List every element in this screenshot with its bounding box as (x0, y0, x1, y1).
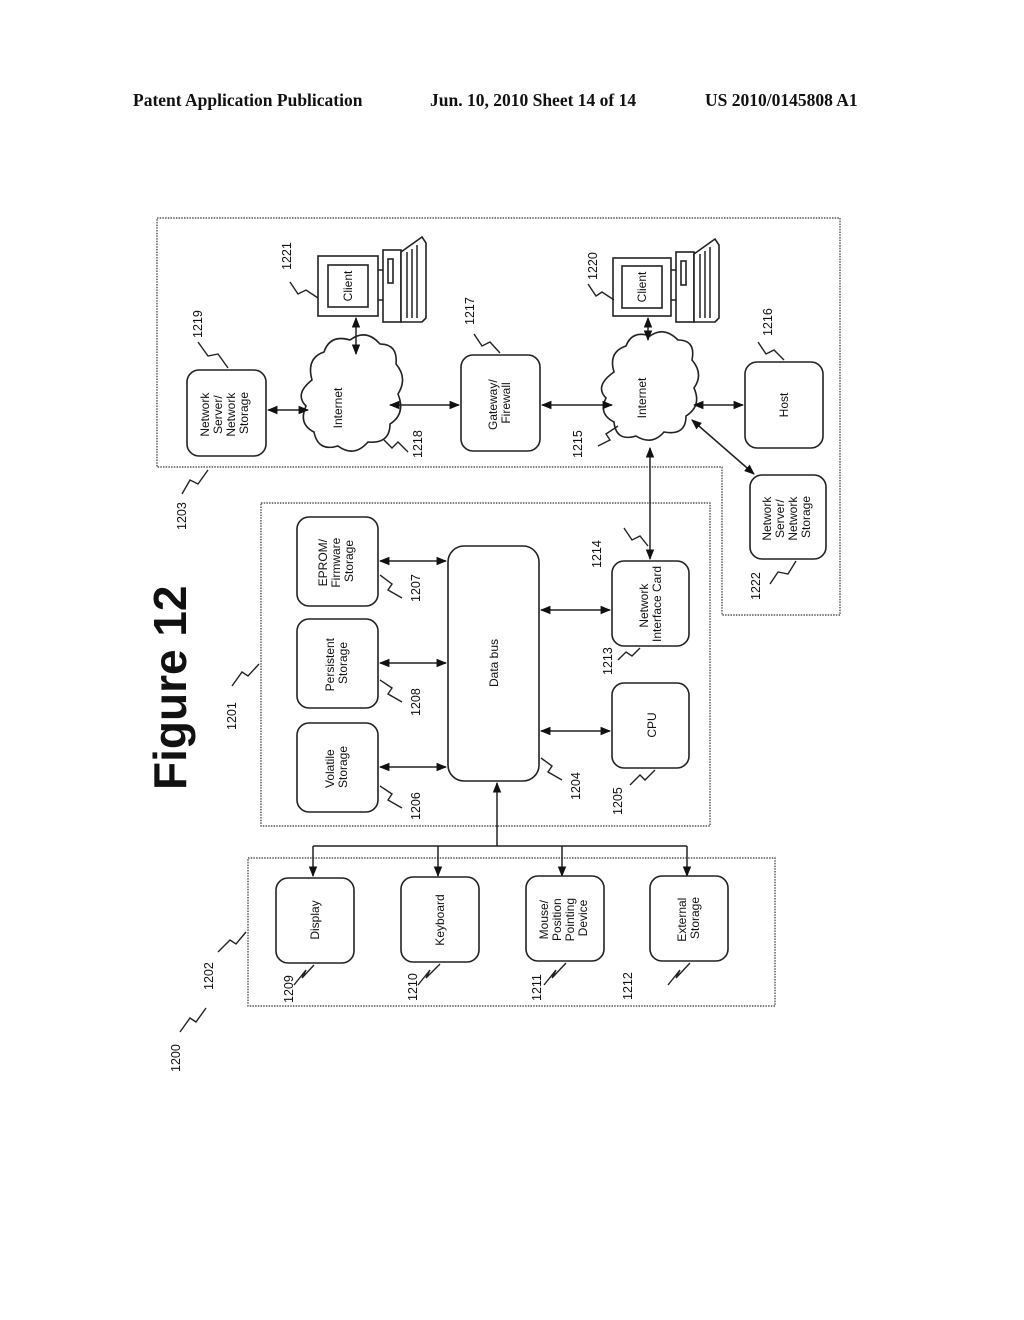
external-storage-1212: External Storage (649, 875, 729, 962)
leader-1206 (379, 785, 403, 809)
ref-1212: 1212 (621, 972, 635, 1000)
ref-1210: 1210 (406, 973, 420, 1001)
network-server-1219: Network Server/ Network Storage (186, 369, 267, 457)
keyboard-1210: Keyboard (400, 876, 480, 963)
ref-1217: 1217 (463, 297, 477, 325)
ref-1203: 1203 (175, 502, 189, 530)
svg-text:Internet: Internet (635, 377, 649, 418)
leader-1203 (181, 469, 209, 495)
leader-1213 (617, 647, 641, 661)
ref-1201: 1201 (225, 702, 239, 730)
svg-text:Gateway/ Firewall: Gateway/ Firewall (486, 376, 513, 430)
leader-1222 (769, 560, 797, 585)
gateway-firewall-1217: Gateway/ Firewall (460, 354, 541, 452)
client-computer-1220: Client (612, 237, 720, 323)
svg-text:Volatile Storage: Volatile Storage (323, 746, 350, 788)
svg-text:Client: Client (341, 270, 355, 301)
leader-1210 (417, 963, 441, 986)
leader-1205 (629, 769, 656, 786)
leader-1221 (289, 281, 319, 299)
network-interface-card-1213: Network Interface Card (611, 560, 690, 647)
volatile-storage-1206: Volatile Storage (296, 722, 379, 813)
svg-text:Internet: Internet (331, 387, 345, 428)
ref-1213: 1213 (601, 647, 615, 675)
ref-1204: 1204 (569, 772, 583, 800)
leader-1207 (379, 574, 403, 599)
svg-text:Display: Display (308, 900, 322, 939)
ref-1209: 1209 (282, 975, 296, 1003)
svg-text:Persistent Storage: Persistent Storage (323, 635, 350, 692)
figure-title: Figure 12 (144, 585, 196, 790)
ref-1216: 1216 (761, 308, 775, 336)
figure-12-diagram: Figure 12 Network Server/ Network Storag… (144, 217, 841, 1072)
svg-text:Client: Client (635, 271, 649, 302)
internet-cloud-1215: Internet (600, 331, 700, 441)
leader-1211 (543, 962, 567, 986)
leader-1209 (293, 964, 315, 986)
ref-1208: 1208 (409, 688, 423, 716)
client-computer-1221: Client (317, 235, 427, 323)
leader-1212 (667, 962, 691, 986)
leader-1208 (379, 679, 403, 703)
leader-1216 (757, 341, 785, 361)
ref-1215: 1215 (571, 430, 585, 458)
leader-1219 (197, 341, 229, 369)
ref-1207: 1207 (409, 574, 423, 602)
ref-1211: 1211 (530, 974, 544, 1001)
svg-text:EPROM/ Firmware St: EPROM/ Firmware Storage (316, 534, 356, 587)
leader-1220 (587, 283, 615, 301)
leader-1201 (231, 663, 260, 687)
ref-1220: 1220 (586, 252, 600, 280)
leader-1204 (540, 757, 563, 781)
leader-1218 (383, 439, 409, 453)
ref-1218: 1218 (411, 430, 425, 458)
display-1209: Display (275, 877, 355, 964)
leader-1214 (623, 527, 649, 547)
svg-text:External Storage: External Storage (675, 894, 702, 941)
ref-1219: 1219 (191, 310, 205, 338)
svg-text:CPU: CPU (645, 712, 659, 737)
network-server-1222: Network Server/ Network Storage (749, 474, 827, 560)
ref-1206: 1206 (409, 792, 423, 820)
data-bus-1204: Data bus (447, 545, 540, 782)
ref-1202: 1202 (202, 962, 216, 990)
leader-1202 (217, 931, 247, 953)
ref-1205: 1205 (611, 787, 625, 815)
internet-cloud-1218: Internet (300, 334, 404, 452)
eprom-firmware-storage-1207: EPROM/ Firmware Storage (296, 516, 379, 607)
svg-text:Data bus: Data bus (487, 639, 501, 687)
persistent-storage-1208: Persistent Storage (296, 618, 379, 709)
svg-text:Network Server/ Ne: Network Server/ Network Storage (760, 493, 813, 540)
svg-text:Host: Host (777, 392, 791, 417)
svg-text:Keyboard: Keyboard (433, 894, 447, 945)
svg-text:Mouse/ Position Po: Mouse/ Position Pointing Device (537, 895, 590, 942)
ref-1200: 1200 (169, 1044, 183, 1072)
leader-1217 (473, 333, 501, 354)
host-1216: Host (744, 361, 824, 449)
leader-1200 (179, 1007, 207, 1033)
ref-1214: 1214 (590, 540, 604, 568)
ref-1222: 1222 (749, 572, 763, 600)
ref-1221: 1221 (280, 242, 294, 270)
cpu-1205: CPU (611, 682, 690, 769)
mouse-pointing-device-1211: Mouse/ Position Pointing Device (525, 875, 605, 962)
svg-text:Network Server/ Ne: Network Server/ Network Storage (198, 389, 251, 436)
